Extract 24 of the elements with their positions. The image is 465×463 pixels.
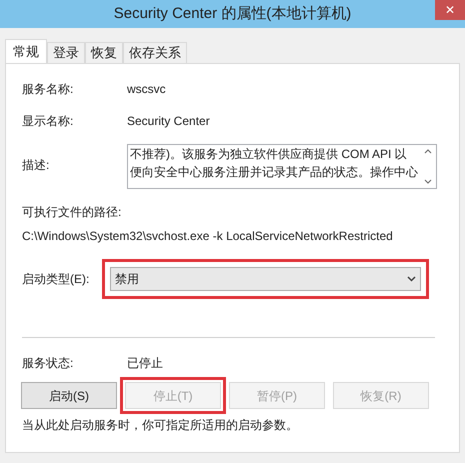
service-button[interactable]: 启动(S) [21, 382, 117, 409]
hint-text: 当从此处启动服务时，你可指定所适用的启动参数。 [22, 417, 299, 434]
window-title: Security Center 的属性(本地计算机) [114, 4, 352, 24]
tab[interactable]: 登录 [47, 42, 85, 63]
field-value: Security Center [127, 113, 210, 130]
startup-type-dropdown[interactable]: 禁用 [110, 267, 421, 291]
field-label: 显示名称: [22, 113, 74, 130]
scroll-down-icon[interactable] [424, 179, 432, 184]
tab[interactable]: 恢复 [85, 42, 123, 63]
field-label: 启动类型(E): [22, 271, 90, 288]
description-line: 便向安全中心服务注册并记录其产品的状态。操作中心 [130, 164, 418, 181]
scroll-up-icon[interactable] [424, 149, 432, 154]
tab[interactable]: 常规 [5, 39, 47, 64]
field-label: 描述: [22, 157, 50, 174]
field-value: wscsvc [127, 81, 166, 98]
field-label: 可执行文件的路径: [22, 204, 122, 221]
tab[interactable]: 依存关系 [123, 42, 187, 63]
chevron-down-icon [407, 276, 416, 282]
field-label: 服务状态: [22, 355, 74, 372]
path-text: C:\Windows\System32\svchost.exe -k LocalServiceNetworkRestricted [22, 228, 394, 245]
field-label: 服务名称: [22, 81, 74, 98]
status-value: 已停止 [127, 355, 163, 372]
close-button[interactable]: ✕ [435, 0, 465, 20]
description-line: 不推荐)。该服务为独立软件供应商提供 COM API 以 [130, 146, 408, 163]
